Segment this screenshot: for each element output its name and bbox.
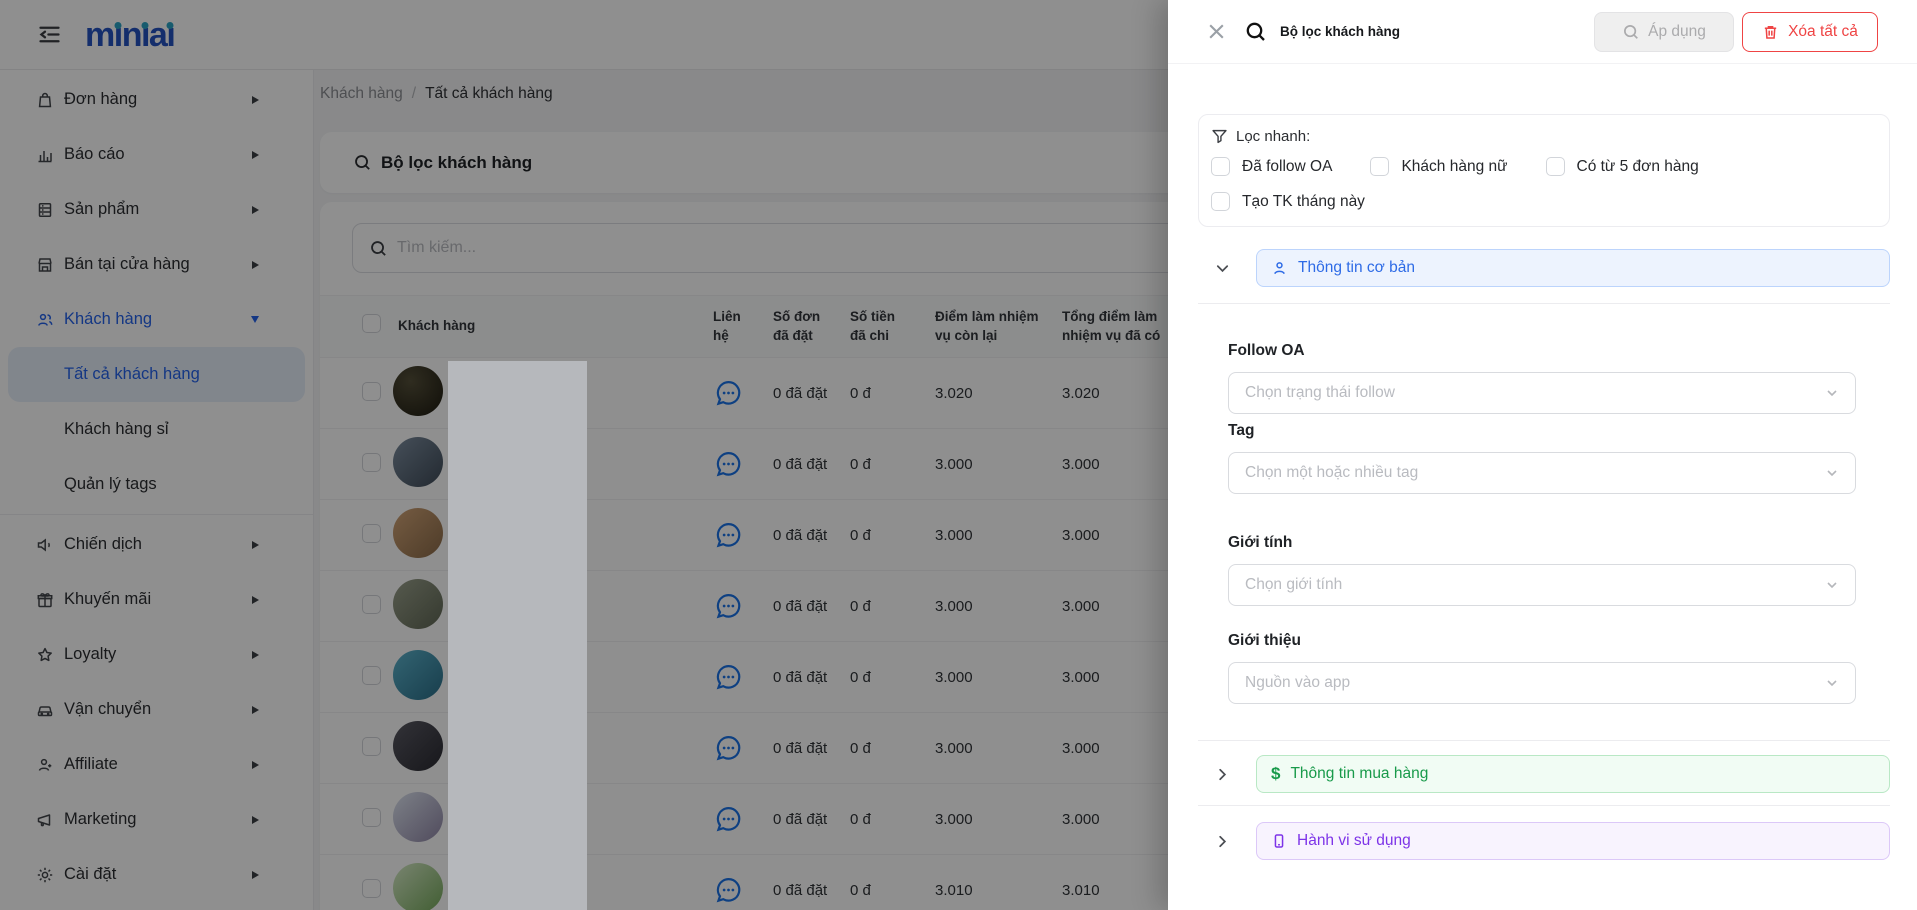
drawer-body: Lọc nhanh: Đã follow OA Khách hàng nữ Có… bbox=[1168, 64, 1917, 910]
checkbox[interactable] bbox=[1211, 157, 1230, 176]
field-label-follow-oa: Follow OA bbox=[1228, 342, 1856, 360]
section-purchase-info: $ Thông tin mua hàng bbox=[1198, 755, 1890, 793]
person-icon bbox=[1271, 260, 1288, 277]
field-label-gender: Giới tính bbox=[1228, 534, 1856, 552]
chevron-down-icon bbox=[1825, 466, 1839, 480]
quick-option-follow-oa[interactable]: Đã follow OA bbox=[1211, 157, 1332, 176]
section-divider bbox=[1198, 805, 1890, 806]
checkbox[interactable] bbox=[1211, 192, 1230, 211]
chevron-down-icon[interactable] bbox=[1212, 260, 1232, 277]
field-label-tag: Tag bbox=[1228, 422, 1856, 440]
search-icon bbox=[1244, 20, 1268, 44]
section-basic-info-header[interactable]: Thông tin cơ bản bbox=[1256, 249, 1890, 287]
quick-option-5-orders[interactable]: Có từ 5 đơn hàng bbox=[1546, 157, 1699, 176]
field-label-referral: Giới thiệu bbox=[1228, 632, 1856, 650]
section-usage-behavior: Hành vi sử dụng bbox=[1198, 822, 1890, 860]
clear-all-button[interactable]: Xóa tất cả bbox=[1742, 12, 1878, 52]
section-usage-behavior-header[interactable]: Hành vi sử dụng bbox=[1256, 822, 1890, 860]
tag-select[interactable]: Chọn một hoặc nhiều tag bbox=[1228, 452, 1856, 494]
apply-button[interactable]: Áp dụng bbox=[1594, 12, 1734, 52]
quick-filter-card: Lọc nhanh: Đã follow OA Khách hàng nữ Có… bbox=[1198, 114, 1890, 227]
follow-oa-select[interactable]: Chọn trạng thái follow bbox=[1228, 372, 1856, 414]
checkbox[interactable] bbox=[1546, 157, 1565, 176]
chevron-down-icon bbox=[1825, 676, 1839, 690]
chevron-right-icon[interactable] bbox=[1212, 766, 1232, 783]
filter-drawer: Bộ lọc khách hàng Áp dụng Xóa tất cả bbox=[1168, 0, 1917, 910]
chevron-down-icon bbox=[1825, 578, 1839, 592]
section-basic-info: Thông tin cơ bản bbox=[1198, 249, 1890, 304]
gender-select[interactable]: Chọn giới tính bbox=[1228, 564, 1856, 606]
quick-option-new-account[interactable]: Tạo TK tháng này bbox=[1211, 192, 1365, 211]
screen: mınıaı Đơn hàng Báo cáo Sản phẩm Bán tại… bbox=[0, 0, 1917, 910]
dollar-icon: $ bbox=[1271, 764, 1280, 784]
phone-icon bbox=[1271, 833, 1287, 849]
basic-info-fields: Follow OA Chọn trạng thái follow Tag Chọ… bbox=[1228, 342, 1856, 704]
checkbox[interactable] bbox=[1370, 157, 1389, 176]
redacted-name-overlay bbox=[448, 361, 587, 910]
close-icon[interactable] bbox=[1206, 21, 1227, 42]
chevron-down-icon bbox=[1825, 386, 1839, 400]
referral-select[interactable]: Nguồn vào app bbox=[1228, 662, 1856, 704]
section-divider bbox=[1198, 740, 1890, 741]
drawer-actions: Áp dụng Xóa tất cả bbox=[1594, 12, 1878, 52]
quick-option-female[interactable]: Khách hàng nữ bbox=[1370, 157, 1507, 176]
drawer-header: Bộ lọc khách hàng Áp dụng Xóa tất cả bbox=[1168, 0, 1917, 64]
section-purchase-info-header[interactable]: $ Thông tin mua hàng bbox=[1256, 755, 1890, 793]
funnel-icon bbox=[1211, 128, 1228, 145]
quick-filter-title: Lọc nhanh: bbox=[1236, 128, 1310, 145]
chevron-right-icon[interactable] bbox=[1212, 833, 1232, 850]
drawer-title: Bộ lọc khách hàng bbox=[1280, 24, 1400, 39]
